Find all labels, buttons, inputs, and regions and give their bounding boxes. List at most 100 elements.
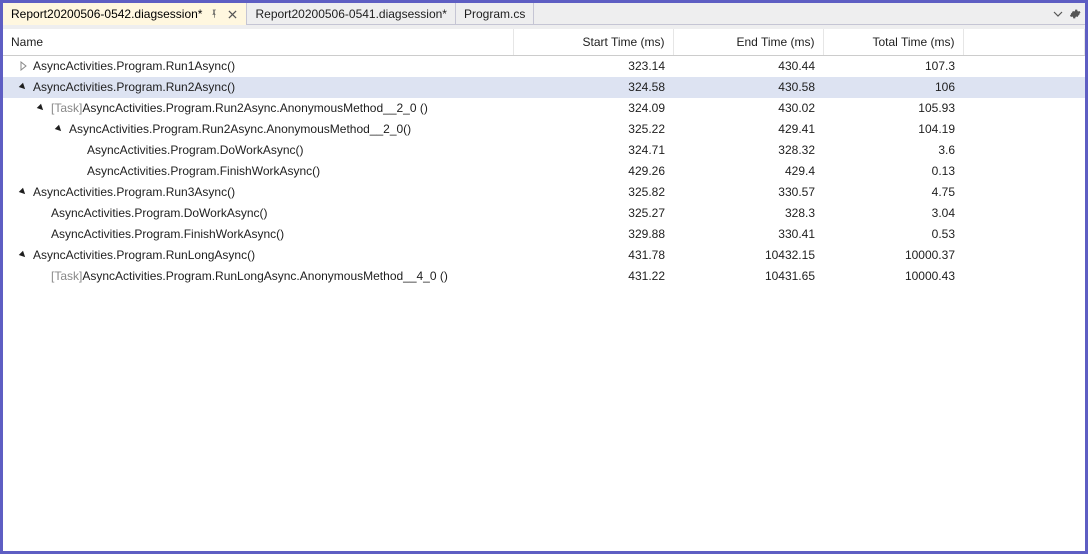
cell-name[interactable]: AsyncActivities.Program.FinishWorkAsync(… — [3, 224, 513, 245]
cell-total: 0.53 — [823, 224, 963, 245]
column-header-start[interactable]: Start Time (ms) — [513, 29, 673, 55]
column-header-end[interactable]: End Time (ms) — [673, 29, 823, 55]
row-name-text: AsyncActivities.Program.Run2Async.Anonym… — [69, 122, 411, 136]
cell-name[interactable]: AsyncActivities.Program.FinishWorkAsync(… — [3, 161, 513, 182]
task-prefix: [Task] — [51, 101, 82, 115]
row-name-text: AsyncActivities.Program.FinishWorkAsync(… — [87, 164, 320, 178]
table-row[interactable]: AsyncActivities.Program.FinishWorkAsync(… — [3, 224, 1085, 245]
cell-name[interactable]: [Task] AsyncActivities.Program.RunLongAs… — [3, 266, 513, 287]
document-tab[interactable]: Program.cs — [456, 3, 534, 25]
cell-end: 330.41 — [673, 224, 823, 245]
table-row[interactable]: AsyncActivities.Program.Run1Async() 323.1… — [3, 55, 1085, 77]
document-tab[interactable]: Report20200506-0541.diagsession* — [247, 3, 455, 25]
table-row[interactable]: AsyncActivities.Program.DoWorkAsync() 324… — [3, 140, 1085, 161]
row-name-text: AsyncActivities.Program.DoWorkAsync() — [87, 143, 304, 157]
row-name-text: AsyncActivities.Program.Run2Async() — [33, 80, 235, 94]
cell-pad — [963, 98, 1085, 119]
cell-end: 328.3 — [673, 203, 823, 224]
cell-pad — [963, 119, 1085, 140]
cell-pad — [963, 203, 1085, 224]
cell-total: 106 — [823, 77, 963, 98]
cell-pad — [963, 161, 1085, 182]
cell-name[interactable]: [Task] AsyncActivities.Program.Run2Async… — [3, 98, 513, 119]
cell-start: 324.58 — [513, 77, 673, 98]
cell-end: 10431.65 — [673, 266, 823, 287]
tab-label: Program.cs — [464, 7, 525, 21]
document-tab[interactable]: Report20200506-0542.diagsession* — [3, 3, 247, 25]
cell-end: 330.57 — [673, 182, 823, 203]
row-name-text: AsyncActivities.Program.Run1Async() — [33, 59, 235, 73]
cell-start: 329.88 — [513, 224, 673, 245]
pin-icon[interactable] — [208, 8, 220, 20]
cell-start: 325.27 — [513, 203, 673, 224]
cell-total: 3.04 — [823, 203, 963, 224]
chevron-down-icon[interactable] — [17, 249, 29, 261]
chevron-right-icon[interactable] — [17, 60, 29, 72]
table-row[interactable]: AsyncActivities.Program.Run2Async() 324.5… — [3, 77, 1085, 98]
cell-total: 0.13 — [823, 161, 963, 182]
cell-end: 429.41 — [673, 119, 823, 140]
cell-start: 431.78 — [513, 245, 673, 266]
expander-placeholder — [35, 228, 47, 240]
task-prefix: [Task] — [51, 269, 82, 283]
tab-overflow-dropdown-icon[interactable] — [1053, 9, 1063, 19]
cell-name[interactable]: AsyncActivities.Program.DoWorkAsync() — [3, 140, 513, 161]
table-row[interactable]: AsyncActivities.Program.Run3Async()325.8… — [3, 182, 1085, 203]
cell-name[interactable]: AsyncActivities.Program.Run1Async() — [3, 55, 513, 77]
column-header-name[interactable]: Name — [3, 29, 513, 55]
results-grid[interactable]: Name Start Time (ms) End Time (ms) Total… — [3, 25, 1085, 551]
column-header-total[interactable]: Total Time (ms) — [823, 29, 963, 55]
cell-start: 324.71 — [513, 140, 673, 161]
cell-end: 328.32 — [673, 140, 823, 161]
cell-total: 107.3 — [823, 55, 963, 77]
cell-total: 105.93 — [823, 98, 963, 119]
cell-start: 324.09 — [513, 98, 673, 119]
cell-end: 429.4 — [673, 161, 823, 182]
cell-start: 325.82 — [513, 182, 673, 203]
cell-name[interactable]: AsyncActivities.Program.DoWorkAsync() — [3, 203, 513, 224]
gear-icon[interactable] — [1069, 8, 1081, 20]
column-header-row: Name Start Time (ms) End Time (ms) Total… — [3, 29, 1085, 55]
cell-total: 104.19 — [823, 119, 963, 140]
expander-placeholder — [35, 270, 47, 282]
table-row[interactable]: AsyncActivities.Program.FinishWorkAsync(… — [3, 161, 1085, 182]
row-name-text: AsyncActivities.Program.RunLongAsync() — [33, 248, 255, 262]
cell-start: 429.26 — [513, 161, 673, 182]
chevron-down-icon[interactable] — [17, 81, 29, 93]
cell-name[interactable]: AsyncActivities.Program.RunLongAsync() — [3, 245, 513, 266]
tab-label: Report20200506-0541.diagsession* — [255, 7, 446, 21]
expander-placeholder — [71, 165, 83, 177]
chevron-down-icon[interactable] — [35, 102, 47, 114]
table-row[interactable]: [Task] AsyncActivities.Program.RunLongAs… — [3, 266, 1085, 287]
chevron-down-icon[interactable] — [53, 123, 65, 135]
cell-pad — [963, 266, 1085, 287]
cell-total: 10000.43 — [823, 266, 963, 287]
table-row[interactable]: [Task] AsyncActivities.Program.Run2Async… — [3, 98, 1085, 119]
table-row[interactable]: AsyncActivities.Program.Run2Async.Anonym… — [3, 119, 1085, 140]
cell-name[interactable]: AsyncActivities.Program.Run2Async.Anonym… — [3, 119, 513, 140]
tab-bar: Report20200506-0542.diagsession* Report20… — [3, 3, 1085, 25]
cell-start: 431.22 — [513, 266, 673, 287]
cell-end: 430.02 — [673, 98, 823, 119]
expander-placeholder — [35, 207, 47, 219]
cell-total: 10000.37 — [823, 245, 963, 266]
row-name-text: AsyncActivities.Program.DoWorkAsync() — [51, 206, 268, 220]
cell-pad — [963, 77, 1085, 98]
cell-name[interactable]: AsyncActivities.Program.Run3Async() — [3, 182, 513, 203]
cell-name[interactable]: AsyncActivities.Program.Run2Async() — [3, 77, 513, 98]
cell-total: 4.75 — [823, 182, 963, 203]
cell-end: 430.44 — [673, 55, 823, 77]
chevron-down-icon[interactable] — [17, 186, 29, 198]
cell-end: 10432.15 — [673, 245, 823, 266]
table-row[interactable]: AsyncActivities.Program.DoWorkAsync() 325… — [3, 203, 1085, 224]
cell-end: 430.58 — [673, 77, 823, 98]
cell-pad — [963, 245, 1085, 266]
row-name-text: AsyncActivities.Program.FinishWorkAsync(… — [51, 227, 284, 241]
cell-start: 323.14 — [513, 55, 673, 77]
expander-placeholder — [71, 144, 83, 156]
close-icon[interactable] — [226, 8, 238, 20]
table-row[interactable]: AsyncActivities.Program.RunLongAsync() 43… — [3, 245, 1085, 266]
tab-bar-right — [1053, 3, 1081, 25]
cell-start: 325.22 — [513, 119, 673, 140]
cell-pad — [963, 182, 1085, 203]
